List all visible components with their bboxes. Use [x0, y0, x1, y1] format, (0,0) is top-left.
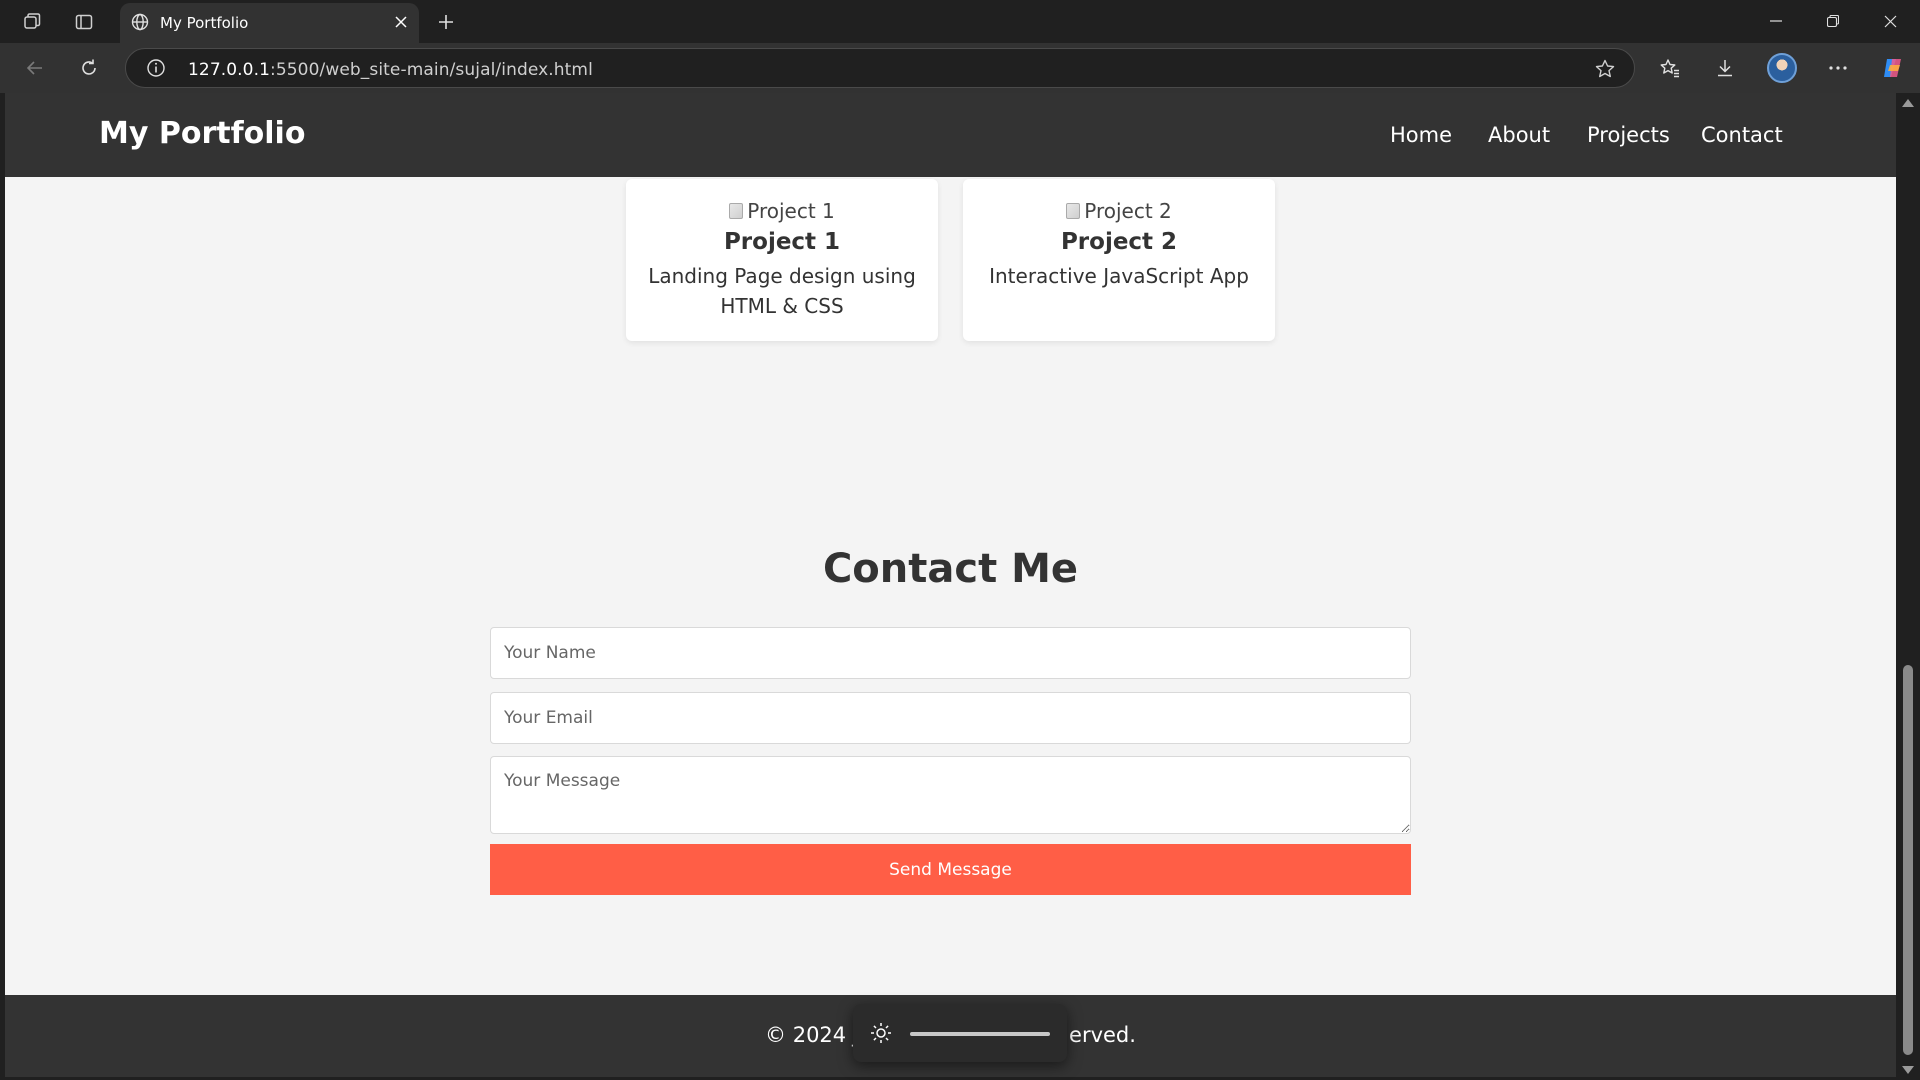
restore-button[interactable]	[1805, 4, 1861, 38]
tab-title: My Portfolio	[160, 14, 249, 32]
close-window-button[interactable]	[1862, 4, 1918, 38]
send-message-button[interactable]: Send Message	[490, 844, 1411, 895]
url-path: :5500/web_site-main/sujal/index.html	[270, 60, 593, 80]
broken-image-icon	[1066, 203, 1081, 219]
brightness-icon	[869, 1021, 893, 1049]
page-scrollbar[interactable]	[1896, 93, 1920, 1080]
tab-actions-icon[interactable]	[70, 8, 98, 36]
footer-text-left: © 2024 J	[765, 1023, 860, 1047]
brightness-overlay	[853, 1004, 1067, 1062]
active-tab[interactable]: My Portfolio	[120, 3, 419, 43]
project-title: Project 2	[1060, 229, 1178, 255]
scrollbar-thumb[interactable]	[1903, 665, 1913, 1055]
nav-about[interactable]: About	[1488, 123, 1550, 147]
scroll-up-arrow-icon[interactable]	[1902, 99, 1914, 107]
more-options-icon[interactable]	[1823, 53, 1853, 83]
url-host: 127.0.0.1	[188, 60, 271, 80]
site-logo[interactable]: My Portfolio	[99, 116, 305, 151]
broken-image-icon	[729, 203, 744, 219]
site-info-icon[interactable]	[146, 58, 166, 82]
scroll-down-arrow-icon[interactable]	[1902, 1066, 1914, 1074]
project-card[interactable]: Project 1 Project 1 Landing Page design …	[626, 179, 938, 341]
name-input[interactable]	[490, 627, 1411, 679]
browser-tab-strip: My Portfolio	[0, 0, 1920, 43]
message-textarea[interactable]	[490, 756, 1411, 834]
address-bar[interactable]: 127.0.0.1:5500/web_site-main/sujal/index…	[125, 48, 1635, 88]
new-tab-button[interactable]	[432, 8, 460, 36]
copilot-icon[interactable]	[1878, 53, 1908, 83]
project-image: Project 1	[626, 199, 938, 223]
project-description: Interactive JavaScript App	[989, 264, 1249, 288]
contact-heading: Contact Me	[822, 546, 1079, 592]
favorite-star-icon[interactable]	[1594, 58, 1616, 84]
refresh-button[interactable]	[74, 53, 104, 83]
globe-icon	[130, 12, 150, 36]
favorites-icon[interactable]	[1655, 53, 1685, 83]
project-image-alt: Project 1	[747, 199, 835, 223]
url-text: 127.0.0.1:5500/web_site-main/sujal/index…	[188, 60, 593, 80]
minimize-button[interactable]	[1748, 4, 1804, 38]
project-title: Project 1	[723, 229, 841, 255]
project-image-alt: Project 2	[1084, 199, 1172, 223]
project-card[interactable]: Project 2 Project 2 Interactive JavaScri…	[963, 179, 1275, 341]
brightness-slider[interactable]	[910, 1032, 1050, 1036]
workspaces-icon[interactable]	[18, 8, 46, 36]
project-description: Landing Page design using HTML & CSS	[648, 264, 916, 318]
profile-avatar[interactable]	[1767, 53, 1797, 83]
page-viewport: My Portfolio Home About Projects Contact…	[5, 93, 1896, 1077]
project-image: Project 2	[963, 199, 1275, 223]
footer-text-right: erved.	[1069, 1023, 1136, 1047]
downloads-icon[interactable]	[1710, 53, 1740, 83]
nav-contact[interactable]: Contact	[1701, 123, 1783, 147]
nav-projects[interactable]: Projects	[1587, 123, 1670, 147]
nav-home[interactable]: Home	[1390, 123, 1452, 147]
back-button[interactable]	[20, 53, 50, 83]
close-tab-icon[interactable]	[390, 11, 412, 33]
site-header: My Portfolio Home About Projects Contact	[5, 93, 1896, 177]
email-input[interactable]	[490, 692, 1411, 744]
browser-toolbar: 127.0.0.1:5500/web_site-main/sujal/index…	[0, 43, 1920, 93]
